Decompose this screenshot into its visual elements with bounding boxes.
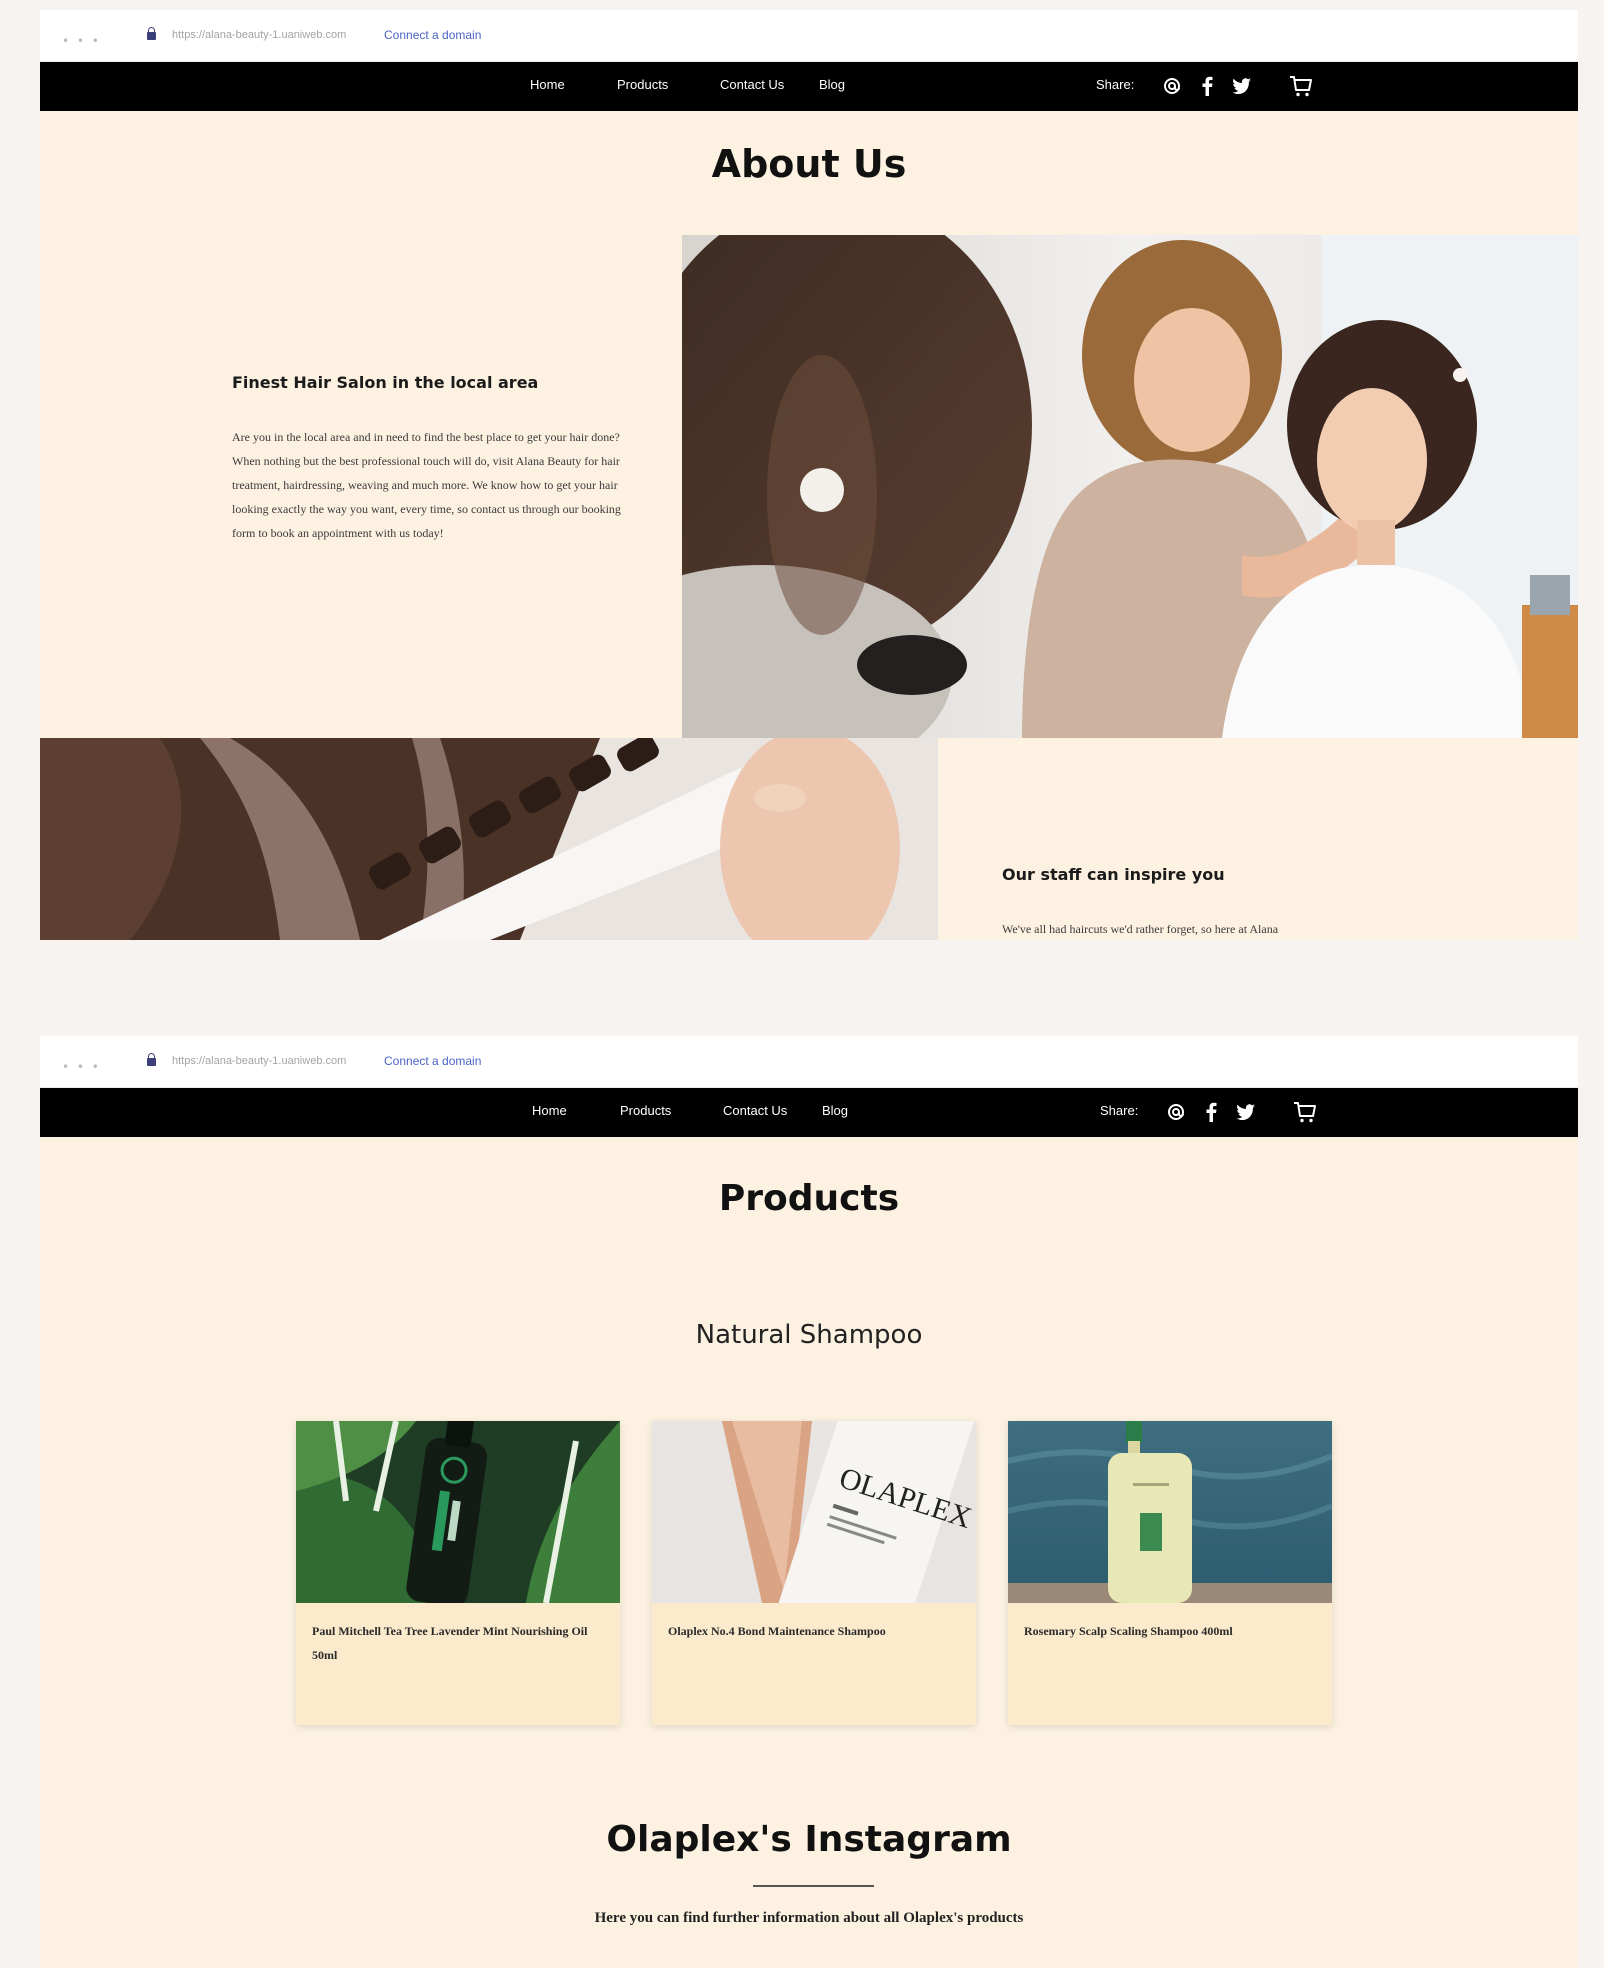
hair-braid-photo: [40, 738, 938, 940]
lock-icon: [147, 1053, 156, 1066]
section-subtitle: Natural Shampoo: [695, 1320, 923, 1350]
window-controls[interactable]: • • •: [62, 34, 101, 48]
lock-icon: [147, 27, 156, 40]
section-paragraph: Are you in the local area and in need to…: [232, 430, 621, 540]
cart-icon[interactable]: [1292, 1099, 1318, 1125]
connect-domain-link[interactable]: Connect a domain: [384, 28, 481, 42]
title-divider: [753, 1885, 874, 1887]
twitter-icon[interactable]: [1234, 1099, 1256, 1125]
url-text[interactable]: https://alana-beauty-1.uaniweb.com: [172, 1055, 346, 1067]
product-name[interactable]: Rosemary Scalp Scaling Shampoo 400ml: [1024, 1619, 1316, 1643]
nav-contact-link[interactable]: Contact Us: [720, 77, 784, 92]
top-nav: Home Products Contact Us Blog Share:: [40, 62, 1578, 111]
at-icon[interactable]: [1162, 73, 1182, 99]
product-card[interactable]: OLAPLEX Olaplex No.4 Bond Maintenance Sh…: [652, 1421, 976, 1725]
page-title: About Us: [711, 142, 907, 186]
product-name[interactable]: Olaplex No.4 Bond Maintenance Shampoo: [668, 1619, 960, 1643]
section-heading: Our staff can inspire you: [1002, 865, 1225, 884]
share-label: Share:: [1096, 77, 1135, 92]
product-card[interactable]: Rosemary Scalp Scaling Shampoo 400ml: [1008, 1421, 1332, 1725]
section-heading: Finest Hair Salon in the local area: [232, 373, 539, 392]
product-name[interactable]: Paul Mitchell Tea Tree Lavender Mint Nou…: [312, 1619, 604, 1667]
nav-blog-link[interactable]: Blog: [822, 1103, 848, 1118]
instagram-title: Olaplex's Instagram: [606, 1819, 1012, 1860]
facebook-icon[interactable]: [1204, 1099, 1218, 1125]
browser-address-bar: • • • https://alana-beauty-1.uaniweb.com…: [40, 1036, 1578, 1088]
cart-icon[interactable]: [1288, 73, 1314, 99]
page-title: Products: [718, 1178, 900, 1219]
at-icon[interactable]: [1166, 1099, 1186, 1125]
browser-address-bar: • • • https://alana-beauty-1.uaniweb.com…: [40, 10, 1578, 62]
connect-domain-link[interactable]: Connect a domain: [384, 1054, 481, 1068]
nav-products-link[interactable]: Products: [617, 77, 668, 92]
product-image-olaplex: OLAPLEX: [652, 1421, 976, 1603]
salon-stylist-photo: [682, 235, 1578, 738]
products-page-screenshot: • • • https://alana-beauty-1.uaniweb.com…: [40, 1036, 1578, 1968]
nav-home-link[interactable]: Home: [532, 1103, 567, 1118]
nav-products-link[interactable]: Products: [620, 1103, 671, 1118]
nav-contact-link[interactable]: Contact Us: [723, 1103, 787, 1118]
twitter-icon[interactable]: [1230, 73, 1252, 99]
top-nav: Home Products Contact Us Blog Share:: [40, 1088, 1578, 1137]
window-controls[interactable]: • • •: [62, 1060, 101, 1074]
facebook-icon[interactable]: [1200, 73, 1214, 99]
url-text[interactable]: https://alana-beauty-1.uaniweb.com: [172, 29, 346, 41]
section-paragraph: We've all had haircuts we'd rather forge…: [1002, 922, 1279, 936]
nav-blog-link[interactable]: Blog: [819, 77, 845, 92]
product-card[interactable]: Paul Mitchell Tea Tree Lavender Mint Nou…: [296, 1421, 620, 1725]
instagram-subtitle: Here you can find further information ab…: [594, 1910, 1024, 1926]
product-image-tea-tree: [296, 1421, 620, 1603]
about-page-screenshot: • • • https://alana-beauty-1.uaniweb.com…: [40, 10, 1578, 940]
nav-home-link[interactable]: Home: [530, 77, 565, 92]
share-label: Share:: [1100, 1103, 1139, 1118]
product-image-rosemary: [1008, 1421, 1332, 1603]
